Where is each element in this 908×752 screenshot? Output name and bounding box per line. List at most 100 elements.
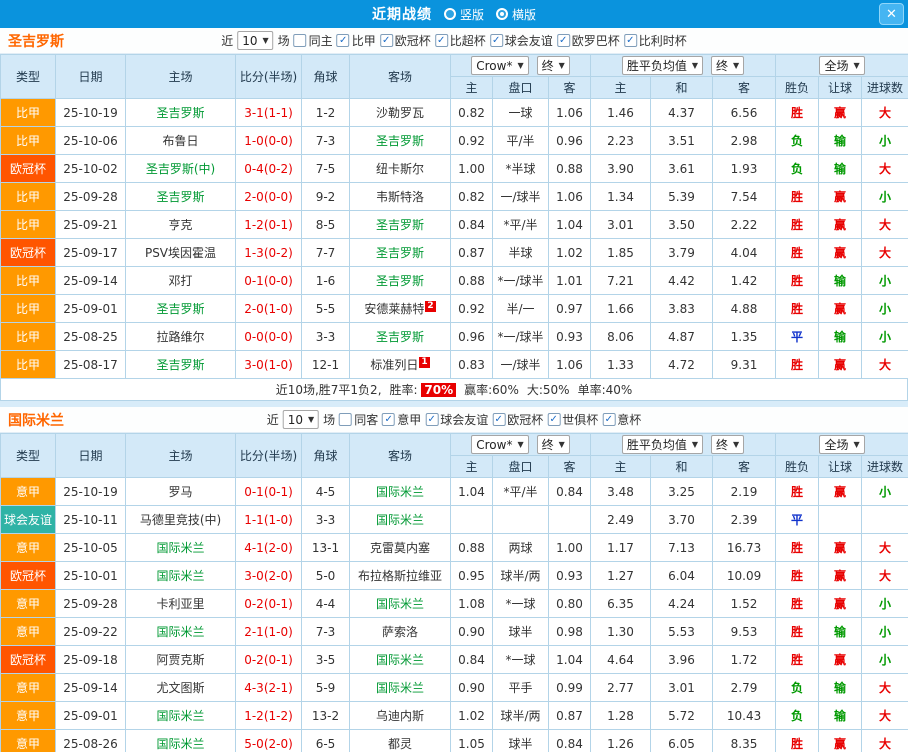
handicap-cell: 一球 xyxy=(492,98,549,127)
handicap-result-cell: 输 xyxy=(818,701,863,730)
avg-final-select[interactable]: 终 ▼ xyxy=(711,435,745,454)
goals-result-cell: 大 xyxy=(861,729,908,752)
odds-home-cell: 0.88 xyxy=(450,533,493,562)
odds-home-cell: 0.92 xyxy=(450,126,493,155)
odds-home-cell: 0.87 xyxy=(450,238,493,267)
scope-select[interactable]: 全场 ▼ xyxy=(819,435,865,454)
corner-cell: 3-5 xyxy=(301,645,350,674)
league-filter-欧罗巴杯[interactable]: ✓ 欧罗巴杯 xyxy=(556,32,620,49)
handicap-result-cell: 赢 xyxy=(818,238,863,267)
goals-result-cell: 小 xyxy=(861,126,908,155)
home-team-cell: 尤文图斯 xyxy=(125,673,236,702)
match-count-select[interactable]: 10 ▼ xyxy=(237,31,274,50)
avg-odds-select[interactable]: 胜平负均值 ▼ xyxy=(621,435,704,454)
odds-final-select[interactable]: 终 ▼ xyxy=(536,435,570,454)
avg-away-cell: 7.54 xyxy=(712,182,777,211)
handicap-result-cell: 输 xyxy=(818,266,863,295)
match-count-select[interactable]: 10 ▼ xyxy=(282,410,320,429)
home-team-cell: 国际米兰 xyxy=(125,701,236,730)
col-date: 日期 xyxy=(55,433,126,478)
match-row: 比甲 25-09-21 亨克 1-2(0-1) 8-5 圣吉罗斯 0.84 *平/半 1.04 3… xyxy=(0,210,908,239)
team-name-text: 阿贾克斯 xyxy=(156,653,205,667)
home-team-cell: 马德里竞技(中) xyxy=(125,505,236,534)
league-filter-比利时杯[interactable]: ✓ 比利时杯 xyxy=(623,32,687,49)
odds-company-select[interactable]: Crow* ▼ xyxy=(471,56,529,75)
wdl-result-cell: 胜 xyxy=(775,182,820,211)
league-filter-球会友谊[interactable]: ✓ 球会友谊 xyxy=(425,411,488,428)
away-team-cell: 布拉格斯拉维亚 xyxy=(349,561,451,590)
league-filter-意甲[interactable]: ✓ 意甲 xyxy=(382,411,421,428)
away-team-cell: 纽卡斯尔 xyxy=(349,154,451,183)
checkbox-icon xyxy=(293,34,307,47)
same-venue-filter[interactable]: 同客 xyxy=(339,411,378,428)
wdl-result-cell: 负 xyxy=(775,701,820,730)
home-team-cell: 圣吉罗斯 xyxy=(125,294,236,323)
handicap-result-cell: 赢 xyxy=(818,645,863,674)
match-row: 比甲 25-09-01 圣吉罗斯 2-0(1-0) 5-5 安德莱赫特 2 0.92 半/一 0.… xyxy=(0,294,908,323)
games-label: 场 xyxy=(323,413,336,427)
goals-result-cell: 小 xyxy=(861,589,908,618)
odds-company-select[interactable]: Crow* ▼ xyxy=(471,435,529,454)
league-filter-欧冠杯[interactable]: ✓ 欧冠杯 xyxy=(379,32,431,49)
team-name-text: 布拉格斯拉维亚 xyxy=(357,569,442,583)
league-filter-label: 比利时杯 xyxy=(638,34,687,48)
league-filter-比超杯[interactable]: ✓ 比超杯 xyxy=(434,32,486,49)
team-name-text: 安德莱赫特 xyxy=(364,302,425,316)
col-let-goal: 让球 xyxy=(818,455,863,478)
avg-draw-cell: 3.25 xyxy=(650,477,714,506)
avg-odds-select[interactable]: 胜平负均值 ▼ xyxy=(621,56,704,75)
wdl-result-cell: 胜 xyxy=(775,561,820,590)
league-type-cell: 比甲 xyxy=(0,350,56,379)
match-row: 比甲 25-09-14 邓打 0-1(0-0) 1-6 圣吉罗斯 0.88 *一/球半 1.01… xyxy=(0,266,908,295)
avg-home-cell: 3.48 xyxy=(590,477,652,506)
close-button[interactable]: ✕ xyxy=(879,3,904,25)
col-avg-away: 客 xyxy=(712,455,777,478)
team-name-text: 萨索洛 xyxy=(381,625,418,639)
odds-home-cell: 1.05 xyxy=(450,729,493,752)
away-team-cell: 圣吉罗斯 xyxy=(349,210,451,239)
avg-final-select[interactable]: 终 ▼ xyxy=(711,56,745,75)
col-date: 日期 xyxy=(55,54,126,99)
team-section: 国际米兰 近 10 ▼ 场 同客 ✓ 意甲 ✓ 球会友谊 ✓ 欧冠杯 ✓ 世俱杯 ✓ 意杯 类型 日… xyxy=(0,407,908,752)
layout-radio-horizontal[interactable]: 横版 xyxy=(496,6,536,23)
goals-result-cell: 大 xyxy=(861,350,908,379)
near-label: 近 xyxy=(221,34,234,48)
col-corner: 角球 xyxy=(301,54,350,99)
league-type-cell: 比甲 xyxy=(0,98,56,127)
goals-result-cell: 小 xyxy=(861,182,908,211)
handicap-result-cell: 赢 xyxy=(818,98,863,127)
avg-draw-cell: 6.04 xyxy=(650,561,714,590)
team-name-text: 标准列日 xyxy=(370,358,419,372)
chevron-down-icon: ▼ xyxy=(853,440,860,449)
league-filter-意杯[interactable]: ✓ 意杯 xyxy=(602,411,641,428)
chevron-down-icon: ▼ xyxy=(308,415,315,424)
corner-cell: 9-2 xyxy=(301,182,350,211)
home-team-cell: 布鲁日 xyxy=(125,126,236,155)
team-name-text: 都灵 xyxy=(387,737,412,751)
away-team-cell: 国际米兰 xyxy=(349,477,451,506)
scope-select[interactable]: 全场 ▼ xyxy=(819,56,865,75)
handicap-result-cell: 赢 xyxy=(818,477,863,506)
handicap-cell: 球半 xyxy=(492,729,549,752)
odds-final-select[interactable]: 终 ▼ xyxy=(536,56,570,75)
avg-draw-cell: 3.50 xyxy=(650,210,714,239)
layout-radio-vertical[interactable]: 竖版 xyxy=(443,6,484,23)
avg-draw-cell: 3.96 xyxy=(650,645,714,674)
league-filter-球会友谊[interactable]: ✓ 球会友谊 xyxy=(489,32,553,49)
same-venue-filter[interactable]: 同主 xyxy=(293,32,333,49)
league-filter-比甲[interactable]: ✓ 比甲 xyxy=(336,32,376,49)
league-filter-欧冠杯[interactable]: ✓ 欧冠杯 xyxy=(492,411,543,428)
score-cell: 3-1(1-1) xyxy=(235,98,302,127)
league-filter-label: 球会友谊 xyxy=(440,413,489,427)
wdl-result-cell: 平 xyxy=(775,322,820,351)
near-label: 近 xyxy=(266,413,279,427)
col-type: 类型 xyxy=(0,54,56,99)
score-cell: 0-4(0-2) xyxy=(235,154,302,183)
avg-home-cell: 3.01 xyxy=(590,210,652,239)
col-home: 主场 xyxy=(125,433,236,478)
league-filter-世俱杯[interactable]: ✓ 世俱杯 xyxy=(547,411,598,428)
odds-away-cell: 0.98 xyxy=(547,617,592,646)
avg-away-cell: 16.73 xyxy=(712,533,777,562)
avg-away-cell: 1.35 xyxy=(712,322,777,351)
avg-away-cell: 10.09 xyxy=(712,561,777,590)
